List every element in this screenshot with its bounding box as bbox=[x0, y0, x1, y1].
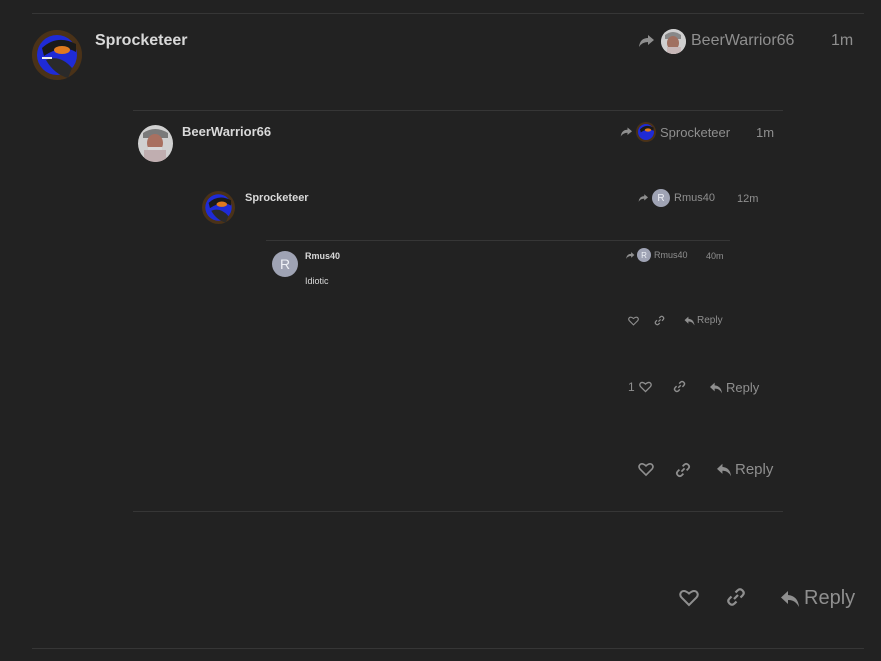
post-date[interactable]: 12m bbox=[737, 193, 758, 205]
reply-icon bbox=[710, 382, 722, 393]
avatar[interactable] bbox=[202, 191, 235, 224]
post-date[interactable]: 1m bbox=[756, 125, 774, 140]
reply-to-tab[interactable]: R Rmus40 bbox=[625, 248, 688, 262]
reply-label: Reply bbox=[726, 380, 760, 395]
post-body: Idiotic bbox=[305, 276, 329, 286]
copy-link-button[interactable] bbox=[673, 380, 686, 393]
like-button[interactable]: 1 bbox=[628, 380, 652, 394]
like-button[interactable] bbox=[679, 588, 699, 608]
copy-link-button[interactable] bbox=[654, 315, 665, 326]
reply-icon bbox=[684, 316, 695, 325]
reply-button[interactable]: Reply bbox=[684, 315, 723, 326]
post-date[interactable]: 1m bbox=[831, 32, 853, 50]
reply-arrow-icon bbox=[626, 251, 635, 259]
heart-icon bbox=[638, 381, 652, 393]
reply-label: Reply bbox=[735, 461, 774, 478]
reply-icon bbox=[781, 590, 799, 607]
avatar-letter: R bbox=[657, 192, 665, 204]
avatar[interactable]: R bbox=[272, 251, 298, 277]
reply-icon bbox=[717, 463, 731, 476]
username[interactable]: Sprocketeer bbox=[95, 32, 188, 50]
reply-arrow-icon bbox=[639, 35, 654, 47]
embedded-top-divider bbox=[133, 110, 783, 111]
reply-button[interactable]: Reply bbox=[716, 461, 773, 478]
avatar-letter: R bbox=[279, 256, 291, 272]
reply-to-username: Rmus40 bbox=[674, 192, 715, 204]
heart-icon bbox=[638, 463, 654, 477]
reply-arrow-icon bbox=[638, 194, 648, 202]
avatar: R bbox=[637, 248, 651, 262]
link-icon bbox=[727, 588, 745, 606]
heart-icon bbox=[628, 316, 639, 326]
username[interactable]: Rmus40 bbox=[305, 251, 340, 261]
link-icon bbox=[673, 380, 686, 393]
reply-to-tab[interactable]: Sprocketeer bbox=[619, 122, 730, 142]
avatar bbox=[661, 28, 686, 54]
reply-to-username: BeerWarrior66 bbox=[691, 32, 795, 49]
copy-link-button[interactable] bbox=[675, 462, 691, 478]
avatar bbox=[636, 122, 656, 142]
embedded-bottom-divider bbox=[133, 511, 783, 512]
reply-label: Reply bbox=[697, 315, 723, 326]
reply-to-tab[interactable]: R Rmus40 bbox=[637, 189, 715, 207]
avatar[interactable] bbox=[32, 30, 82, 80]
link-icon bbox=[675, 462, 691, 478]
link-icon bbox=[654, 315, 665, 326]
reply-arrow-icon bbox=[620, 127, 632, 137]
like-button[interactable] bbox=[628, 316, 639, 326]
avatar-letter: R bbox=[641, 250, 647, 260]
reply-button[interactable]: Reply bbox=[709, 380, 759, 395]
reply-to-username: Sprocketeer bbox=[660, 124, 731, 140]
post-sprocketeer: Sprocketeer BeerWarrior66 1m Reply bbox=[0, 0, 881, 661]
like-count: 1 bbox=[628, 380, 635, 394]
avatar: R bbox=[652, 189, 670, 207]
reply-to-username: Rmus40 bbox=[654, 250, 688, 260]
copy-link-button[interactable] bbox=[726, 587, 746, 607]
bottom-divider bbox=[32, 648, 864, 649]
post-date[interactable]: 40m bbox=[706, 251, 724, 261]
username[interactable]: BeerWarrior66 bbox=[182, 124, 271, 139]
reply-to-tab[interactable]: BeerWarrior66 bbox=[637, 28, 794, 54]
reply-button[interactable]: Reply bbox=[780, 587, 855, 610]
nested-divider bbox=[266, 240, 730, 241]
heart-icon bbox=[679, 589, 699, 607]
like-button[interactable] bbox=[638, 462, 654, 477]
reply-label: Reply bbox=[804, 587, 856, 609]
avatar[interactable] bbox=[138, 125, 173, 162]
username[interactable]: Sprocketeer bbox=[245, 192, 309, 204]
